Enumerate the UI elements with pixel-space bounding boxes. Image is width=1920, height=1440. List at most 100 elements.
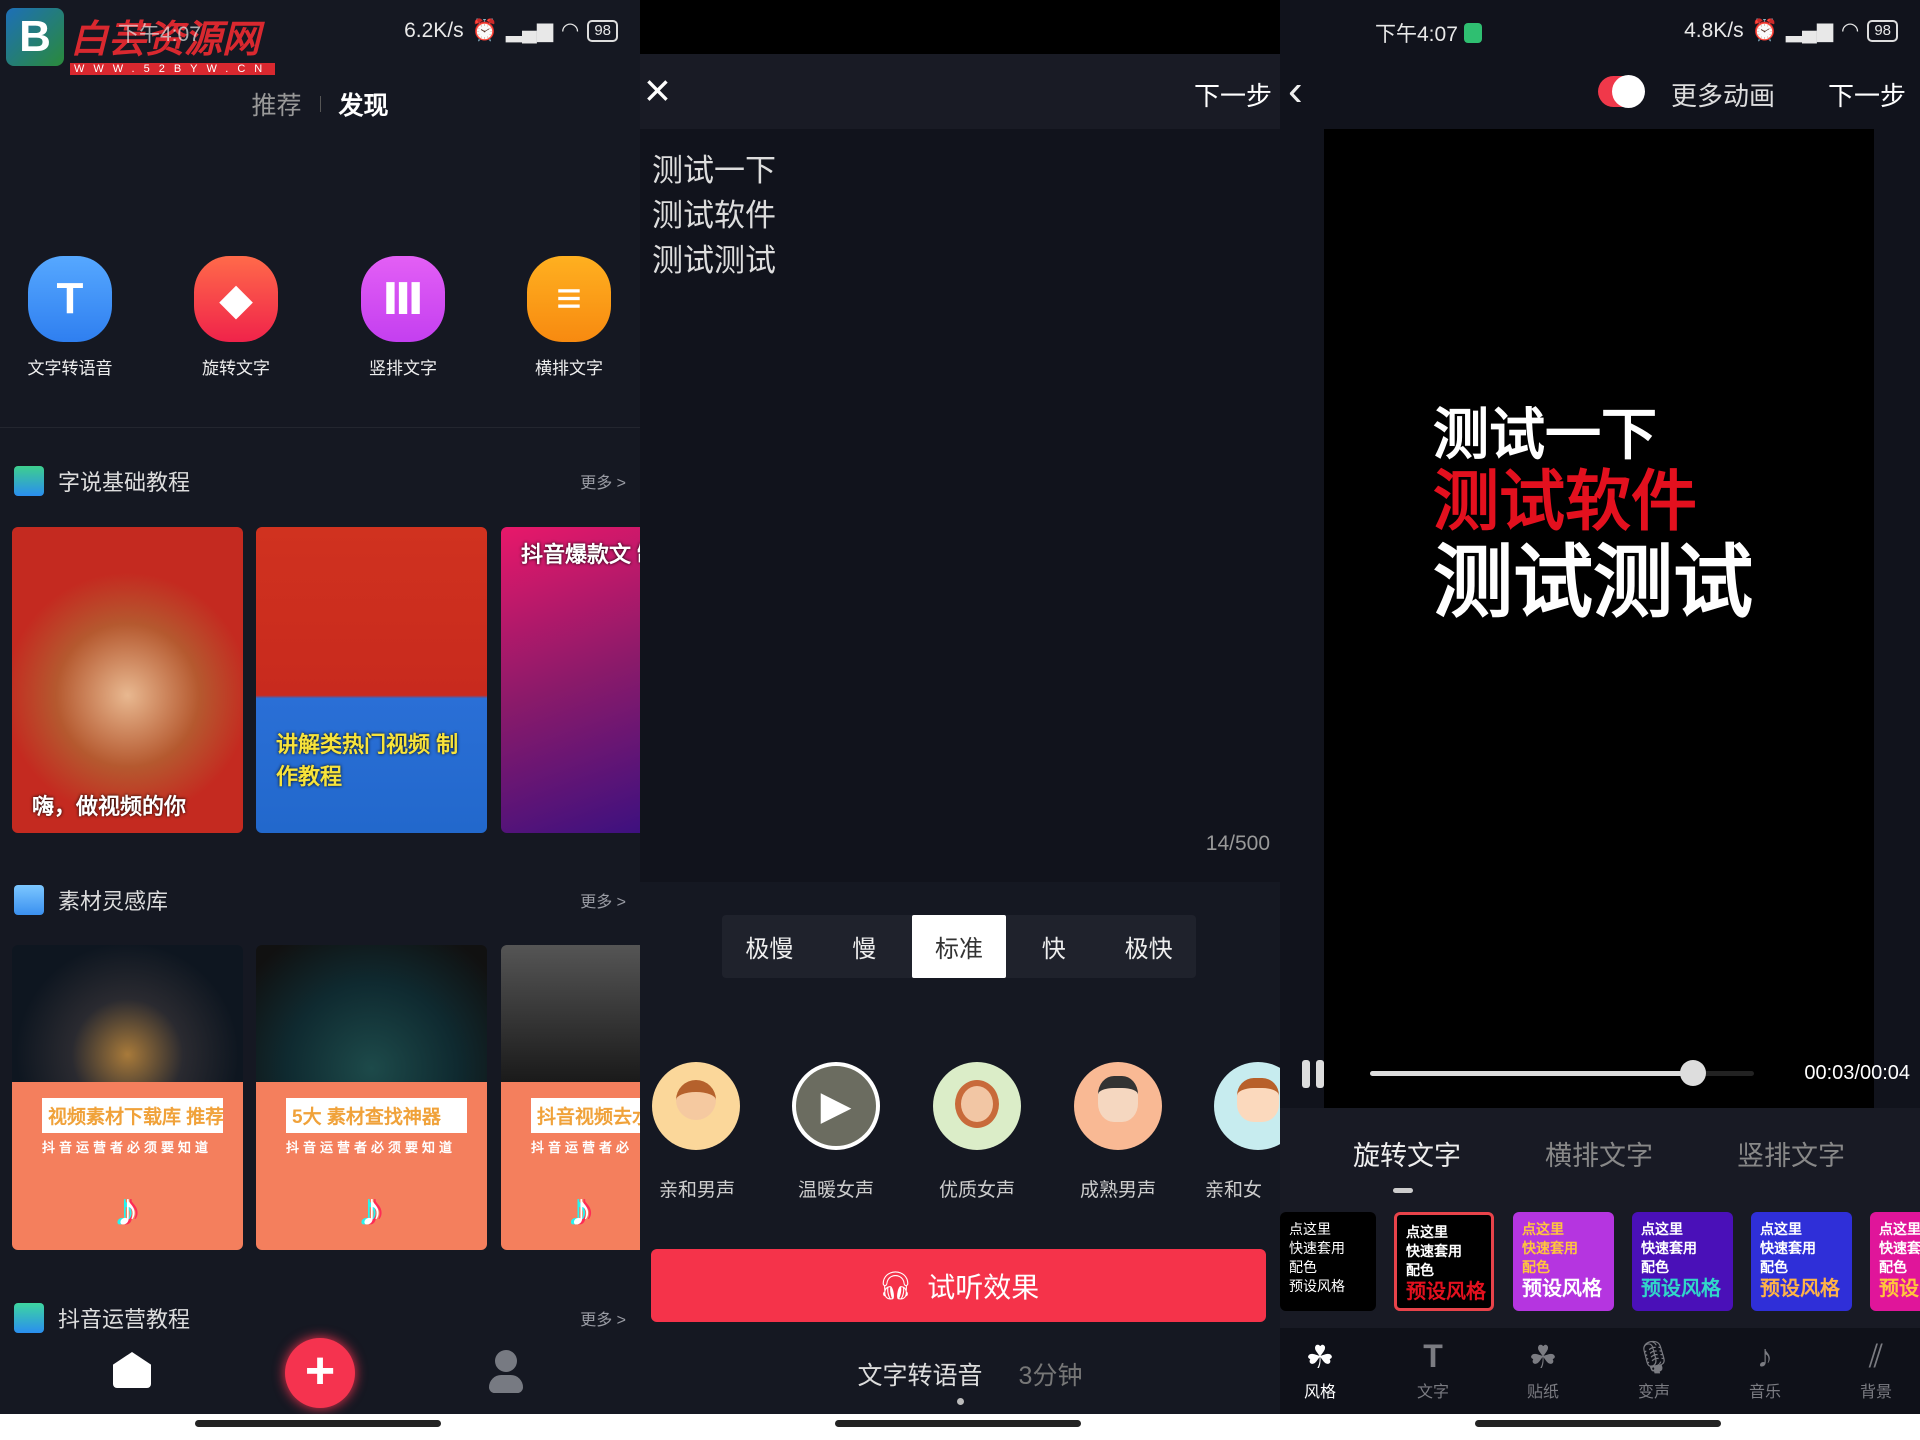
voice-label[interactable]: 优质女声 — [912, 1175, 1042, 1202]
card-caption: 抖音爆款文 制作教 — [521, 542, 640, 567]
horizontal-text-icon[interactable]: ≡ — [527, 256, 611, 342]
tab-rotate-text[interactable]: 旋转文字 — [1353, 1134, 1461, 1173]
speed-slow[interactable]: 慢 — [817, 915, 912, 978]
watermark-url: WWW.52BYW.CN — [70, 63, 276, 75]
style-preset-card[interactable]: 点这里 快速套用 配色 预设风格 — [1394, 1212, 1494, 1311]
tiktok-logo-icon: ♪ — [116, 1183, 139, 1235]
style-preset-card[interactable]: 点这里 快速套用 配色 预设风格 — [1280, 1212, 1376, 1311]
more-link[interactable]: 更多 > — [580, 469, 626, 493]
style-line: 配色 — [1760, 1259, 1788, 1275]
listen-button[interactable]: 🎧︎ 试听效果 — [651, 1249, 1266, 1322]
style-preset-card[interactable]: 点这里 快速套用 配色 预设风格 — [1632, 1212, 1733, 1311]
plus-icon[interactable]: + — [285, 1338, 355, 1408]
tool-sticker[interactable]: ☘ 贴纸 — [1503, 1338, 1583, 1402]
style-preset-card[interactable]: 点这里 快速套用 配色 预设风格 — [1751, 1212, 1852, 1311]
vertical-text-icon[interactable]: Ⅲ — [361, 256, 445, 342]
voice-avatar[interactable] — [652, 1062, 740, 1150]
back-arrow-icon[interactable]: ‹ — [1288, 66, 1303, 116]
more-animation-toggle[interactable] — [1598, 75, 1645, 108]
style-line: 点这里 — [1522, 1221, 1564, 1237]
profile-icon[interactable] — [489, 1350, 523, 1396]
speed-standard[interactable]: 标准 — [911, 915, 1007, 978]
style-line: 配色 — [1406, 1262, 1434, 1278]
speed-very-fast[interactable]: 极快 — [1101, 915, 1196, 978]
tab-horizontal-text[interactable]: 横排文字 — [1545, 1134, 1653, 1173]
style-preset-card[interactable]: 点这里 快速套 配色 预设 — [1870, 1212, 1920, 1311]
divider — [0, 427, 640, 428]
next-button[interactable]: 下一步 — [1828, 76, 1906, 113]
voice-avatar[interactable] — [1074, 1062, 1162, 1150]
tutorial-card[interactable]: 讲解类热门视频 制作教程 — [256, 527, 487, 833]
progress-fill — [1370, 1071, 1693, 1076]
speed-selector: 极慢 慢 标准 快 极快 — [722, 915, 1196, 978]
style-line: 快速套用 — [1522, 1240, 1578, 1256]
tool-voice[interactable]: 🎙︎ 变声 — [1614, 1338, 1694, 1402]
progress-thumb[interactable] — [1679, 1060, 1706, 1086]
style-line: 预设风格 — [1641, 1278, 1721, 1300]
voice-label[interactable]: 温暖女声 — [771, 1175, 901, 1202]
home-indicator — [1280, 1414, 1920, 1440]
tab-recommend[interactable]: 推荐 — [251, 86, 301, 122]
more-link[interactable]: 更多 > — [580, 1306, 626, 1330]
material-card[interactable]: 抖音视频去水 抖音运营者必 ♪ — [501, 945, 640, 1250]
shield-icon — [1463, 23, 1482, 43]
video-preview[interactable]: 测试一下 测试软件 测试测试 — [1324, 129, 1874, 1108]
style-line: 快速套用 — [1760, 1240, 1816, 1256]
home-screen: B 白芸资源网 WWW.52BYW.CN 下午4:07 6.2K/s ⏰ ▂▄▆… — [0, 0, 640, 1414]
tool-background[interactable]: ⫽ 背景 — [1836, 1338, 1916, 1402]
progress-track[interactable] — [1370, 1060, 1754, 1086]
network-speed: 6.2K/s — [404, 18, 464, 42]
style-line: 预设 — [1879, 1278, 1919, 1300]
battery-icon: 98 — [587, 19, 618, 42]
home-icon[interactable] — [113, 1352, 151, 1388]
tool-text[interactable]: T 文字 — [1393, 1338, 1473, 1402]
tool-music[interactable]: ♪ 音乐 — [1725, 1338, 1805, 1402]
close-icon[interactable]: × — [644, 62, 671, 118]
voice-label[interactable]: 亲和女 — [1205, 1175, 1280, 1202]
style-line: 点这里 — [1289, 1221, 1331, 1237]
status-area — [640, 0, 1280, 54]
more-link[interactable]: 更多 > — [580, 888, 626, 912]
speed-fast[interactable]: 快 — [1006, 915, 1101, 978]
text-to-speech-label[interactable]: 文字转语音 — [0, 354, 140, 379]
card-tag: 抖音视频去水 — [531, 1097, 640, 1133]
tab-discover[interactable]: 发现 — [339, 86, 389, 122]
tab-tts[interactable]: 文字转语音 — [858, 1356, 983, 1392]
voice-label[interactable]: 成熟男声 — [1053, 1175, 1183, 1202]
preview-line: 测试测试 — [1433, 538, 1753, 627]
status-time: 下午4:07 — [1375, 23, 1458, 46]
tab-vertical-text[interactable]: 竖排文字 — [1737, 1134, 1845, 1173]
style-preset-card[interactable]: 点这里 快速套用 配色 预设风格 — [1513, 1212, 1614, 1311]
voice-avatar[interactable] — [933, 1062, 1021, 1150]
material-card[interactable]: 视频素材下载库 推荐 抖音运营者必须要知道 ♪ — [12, 945, 243, 1250]
play-icon[interactable]: ▶ — [792, 1062, 880, 1150]
section-title: 素材灵感库 — [58, 889, 169, 914]
rotate-text-icon[interactable]: ◆ — [194, 256, 278, 342]
more-animation-label[interactable]: 更多动画 — [1671, 76, 1775, 113]
text-icon: T — [1423, 1338, 1443, 1374]
material-card[interactable]: 5大 素材查找神器 抖音运营者必须要知道 ♪ — [256, 945, 487, 1250]
style-line: 预设风格 — [1289, 1278, 1345, 1294]
playback-time: 00:03/00:04 — [1804, 1062, 1910, 1084]
section-header-materials: 素材灵感库 更多 > — [14, 882, 626, 918]
tutorial-card[interactable]: 嗨，做视频的你 — [12, 527, 243, 833]
voice-label[interactable]: 亲和男声 — [640, 1175, 762, 1202]
vertical-text-label[interactable]: 竖排文字 — [333, 354, 473, 379]
text-to-speech-icon[interactable]: T — [28, 256, 112, 342]
style-line: 点这里 — [1406, 1224, 1448, 1240]
tutorial-card[interactable]: 抖音爆款文 制作教 — [501, 527, 640, 833]
horizontal-text-label[interactable]: 横排文字 — [499, 354, 639, 379]
card-tag: 5大 素材查找神器 — [286, 1097, 467, 1133]
card-subtitle: 抖音运营者必须要知道 — [286, 1140, 457, 1156]
battery-icon: 98 — [1867, 19, 1898, 42]
text-input[interactable]: 测试一下 测试软件 测试测试 — [652, 148, 776, 283]
tool-style[interactable]: ☘ 风格 — [1280, 1338, 1360, 1402]
next-button[interactable]: 下一步 — [1194, 76, 1272, 113]
tab-3min[interactable]: 3分钟 — [1019, 1356, 1083, 1392]
speed-very-slow[interactable]: 极慢 — [722, 915, 817, 978]
top-tabs: 推荐 发现 — [0, 86, 640, 122]
card-caption: 嗨，做视频的你 — [32, 794, 187, 819]
rotate-text-label[interactable]: 旋转文字 — [166, 354, 306, 379]
pause-icon[interactable] — [1302, 1060, 1310, 1088]
active-tab-dot — [957, 1398, 964, 1405]
